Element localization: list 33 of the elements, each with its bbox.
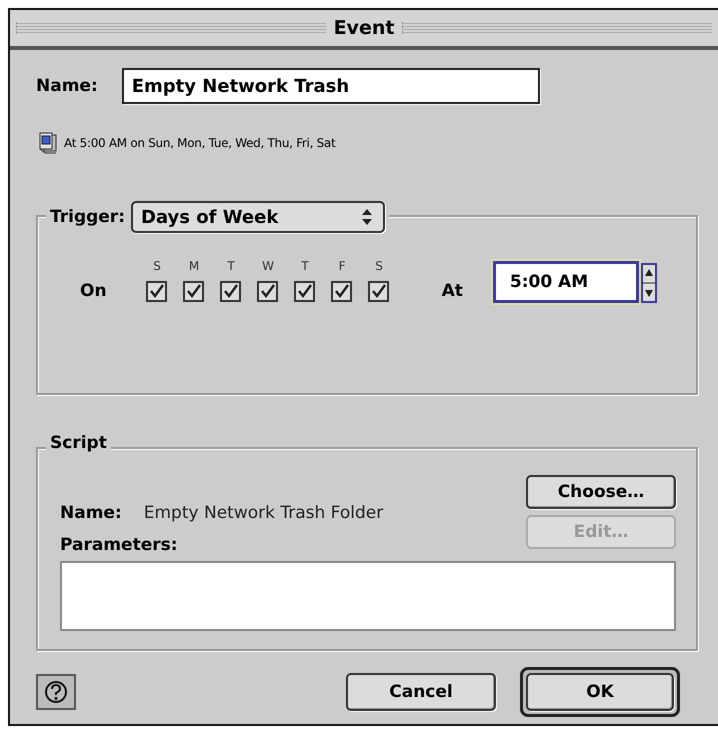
checkbox[interactable]: [257, 281, 280, 303]
trigger-popup[interactable]: Days of Week: [131, 201, 385, 233]
schedule-summary: At 5:00 AM on Sun, Mon, Tue, Wed, Thu, Fri, Sat: [64, 136, 336, 150]
checkbox[interactable]: [146, 281, 168, 303]
checkbox[interactable]: [294, 281, 316, 303]
window-title: Event: [334, 17, 394, 39]
parameters-label: Parameters:: [60, 535, 179, 555]
checkbox[interactable]: [331, 281, 354, 303]
day-letter: T: [301, 259, 309, 273]
name-field[interactable]: Empty Network Trash: [122, 68, 540, 104]
script-name-label: Name:: [60, 503, 122, 523]
time-field[interactable]: 5:00 AM: [492, 261, 639, 303]
day-letter: M: [188, 259, 200, 273]
parameters-field[interactable]: [60, 561, 676, 631]
day-letter: F: [338, 259, 346, 273]
choose-button[interactable]: Choose…: [526, 475, 676, 509]
script-name: Empty Network Trash Folder: [144, 503, 384, 523]
help-icon[interactable]: [36, 674, 76, 710]
checkbox[interactable]: [368, 281, 390, 303]
day-letter: W: [262, 259, 274, 273]
on-label: On: [80, 281, 107, 303]
stepper-arrows[interactable]: [640, 263, 657, 303]
name-label: Name:: [36, 76, 98, 96]
script-heading: Script: [50, 433, 107, 453]
trigger-label: Trigger:: [50, 207, 125, 227]
checkbox[interactable]: [220, 281, 242, 303]
ok-button[interactable]: OK: [526, 673, 674, 711]
at-label: At: [442, 281, 463, 303]
day-letter: T: [227, 259, 235, 273]
checkbox[interactable]: [183, 281, 206, 303]
day-letter: S: [153, 259, 161, 273]
day-letter: S: [375, 259, 383, 273]
cancel-button[interactable]: Cancel: [346, 673, 496, 711]
